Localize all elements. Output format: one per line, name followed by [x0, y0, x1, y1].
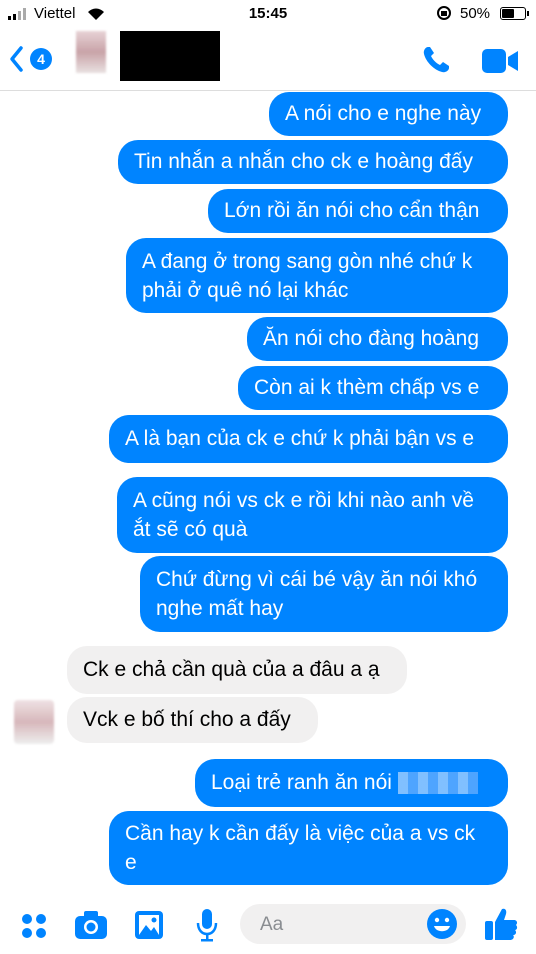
thumbs-up-like-icon[interactable]	[484, 906, 518, 942]
contact-name-redacted[interactable]	[120, 31, 220, 81]
battery-icon	[500, 7, 529, 20]
message-bubble[interactable]: Loại trẻ ranh ăn nói	[195, 759, 508, 807]
status-bar: Viettel 15:45 50%	[0, 0, 536, 28]
battery-percent: 50%	[460, 5, 491, 22]
message-bubble[interactable]: A nói cho e nghe này	[269, 92, 508, 136]
message-line: ắt sẽ có quà	[133, 518, 248, 541]
apps-menu-icon[interactable]	[20, 912, 48, 940]
message-input[interactable]: Aa	[240, 904, 466, 944]
redacted-text	[397, 772, 478, 795]
message-bubble[interactable]: Tin nhắn a nhắn cho ck e hoàng đấy	[118, 140, 508, 184]
message-bubble[interactable]: A cũng nói vs ck e rồi khi nào anh về ắt…	[117, 477, 508, 553]
message-line: A đang ở trong sang gòn nhé chứ k	[142, 250, 473, 273]
conversation-header: 4	[0, 28, 536, 91]
message-bubble[interactable]: Chứ đừng vì cái bé vậy ăn nói khó nghe m…	[140, 556, 508, 632]
message-bubble[interactable]: Còn ai k thèm chấp vs e	[238, 366, 508, 410]
message-bubble[interactable]: Vck e bố thí cho a đấy	[67, 697, 318, 743]
orientation-lock-icon	[437, 6, 451, 20]
back-chevron-icon: 4	[10, 46, 52, 72]
contact-avatar[interactable]	[76, 31, 106, 73]
video-call-icon[interactable]	[482, 48, 518, 74]
message-bubble[interactable]: Cần hay k cần đấy là việc của a vs ck e	[109, 811, 508, 885]
message-line: phải ở quê nó lại khác	[142, 279, 349, 302]
contact-avatar-small[interactable]	[14, 700, 54, 744]
message-bubble[interactable]: Lớn rồi ăn nói cho cẩn thận	[208, 189, 508, 233]
message-line: e	[125, 851, 137, 874]
camera-icon[interactable]	[74, 910, 108, 940]
message-bubble[interactable]: A đang ở trong sang gòn nhé chứ k phải ở…	[126, 238, 508, 313]
message-line: Loại trẻ ranh ăn nói	[211, 771, 392, 794]
gallery-icon[interactable]	[134, 910, 164, 940]
message-composer: Aa	[0, 890, 536, 954]
message-line: Chứ đừng vì cái bé vậy ăn nói khó	[156, 568, 478, 591]
back-button[interactable]: 4	[8, 44, 54, 74]
unread-count-badge: 4	[37, 51, 45, 67]
microphone-icon[interactable]	[196, 908, 218, 942]
message-bubble[interactable]: Ck e chả cần quà của a đâu a ạ	[67, 646, 407, 694]
message-input-placeholder: Aa	[260, 914, 284, 935]
message-line: A cũng nói vs ck e rồi khi nào anh về	[133, 489, 474, 512]
clock: 15:45	[248, 5, 288, 22]
message-line: Cần hay k cần đấy là việc của a vs ck	[125, 822, 476, 845]
message-line: nghe mất hay	[156, 597, 284, 620]
phone-call-icon[interactable]	[420, 44, 452, 76]
message-bubble[interactable]: Ăn nói cho đàng hoàng	[247, 317, 508, 361]
message-bubble[interactable]: A là bạn của ck e chứ k phải bận vs e	[109, 415, 508, 463]
emoji-icon[interactable]	[426, 908, 458, 940]
